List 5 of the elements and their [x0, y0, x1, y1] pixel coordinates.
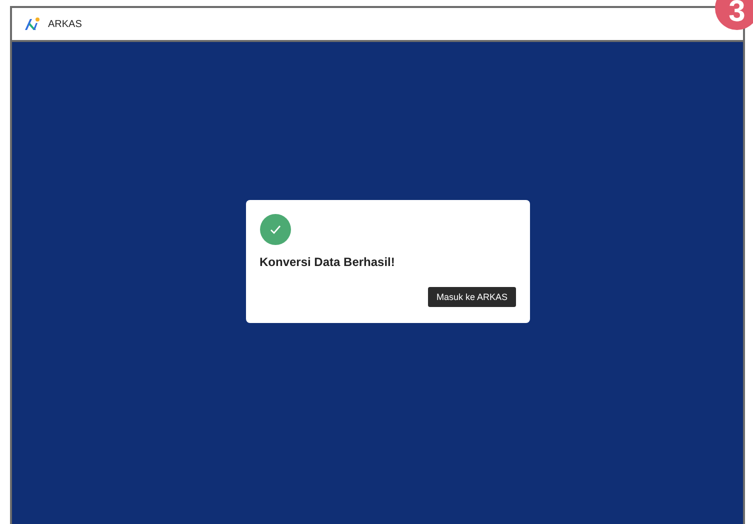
login-button[interactable]: Masuk ke ARKAS	[428, 287, 516, 307]
logo-icon	[24, 17, 40, 31]
dialog-message: Konversi Data Berhasil!	[260, 255, 396, 269]
step-badge: 3	[715, 0, 753, 30]
app-name: ARKAS	[48, 18, 82, 30]
